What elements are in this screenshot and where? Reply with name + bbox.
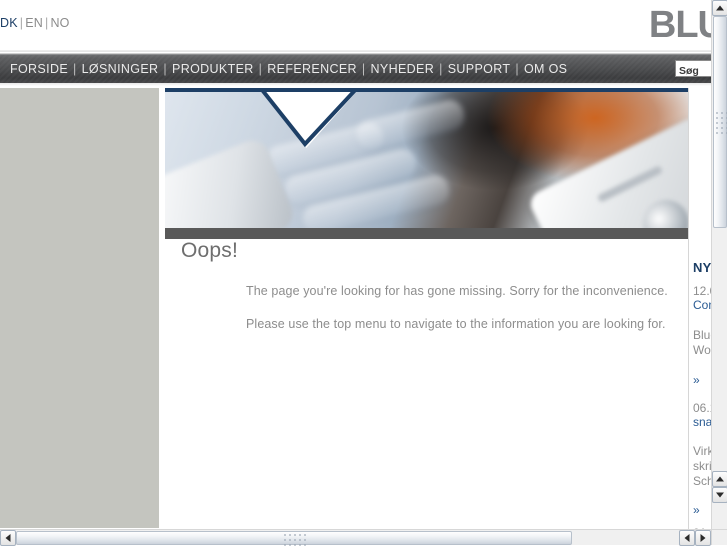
horizontal-scrollbar[interactable] [0,529,727,546]
news-list-item[interactable]: 06.1 sna [693,401,711,429]
language-link-en[interactable]: EN [25,16,43,30]
scroll-left-button-inner[interactable] [679,530,695,546]
nav-separator-5: | [439,62,443,76]
news-date: 12.0 [693,284,711,298]
news-body-line-2: Wor [693,343,711,357]
news-headline-link[interactable]: Con [693,298,711,312]
main-navigation: FORSIDE | LØSNINGER | PRODUKTER | REFERENCER | N… [0,53,711,84]
nav-separator-4: | [361,62,366,76]
hero-banner-image [165,88,688,228]
language-link-no[interactable]: NO [50,16,69,30]
news-date: 06.1 [693,401,711,415]
arrow-up-icon [716,476,724,482]
scroll-up-button[interactable] [712,0,727,16]
news-read-more-link[interactable]: » [693,373,700,387]
scroll-right-button[interactable] [695,530,711,546]
news-body-line-1: Virk [693,444,711,458]
nav-item-losninger[interactable]: LØSNINGER [82,62,159,76]
scroll-left-button[interactable] [0,530,16,546]
news-sidebar-heading: NY [693,260,711,275]
language-link-dk[interactable]: DK [0,16,18,30]
arrow-left-icon [684,534,690,542]
news-body: Blue Wor [693,328,711,358]
news-headline-link[interactable]: sna [693,415,711,429]
chevron-graphic-icon [258,88,360,148]
nav-item-forside[interactable]: FORSIDE [10,62,68,76]
news-sidebar: NY 12.0 Con Blue Wor » 06.1 sna Virk skr… [693,88,711,529]
search-input[interactable] [676,63,711,76]
news-body: Virk skri Sch [693,444,711,489]
news-body-line-3: Sch [693,474,711,488]
nav-separator-1: | [73,62,77,76]
nav-item-nyheder[interactable]: NYHEDER [371,62,435,76]
nav-separator-3: | [258,62,263,76]
news-body-line-2: skri [693,459,711,473]
vertical-scrollbar-thumb[interactable] [713,16,727,228]
header-divider [0,50,711,52]
page-title: Oops! [181,239,239,262]
site-logo[interactable]: BLU [649,6,711,44]
language-bar: DK|EN|NO BLU [0,0,711,45]
language-switcher: DK | EN | NO [0,16,70,30]
horizontal-scrollbar-thumb[interactable] [16,531,572,546]
news-more-chevron-icon[interactable]: » [693,373,700,387]
nav-item-list: FORSIDE | LØSNINGER | PRODUKTER | REFERENCER | N… [10,54,567,84]
browser-viewport: DK|EN|NO BLU FORSIDE|LØSNINGER|PRODUKTER… [0,0,711,529]
page-body: Oops! The page you're looking for has go… [0,88,711,529]
nav-item-produkter[interactable]: PRODUKTER [172,62,254,76]
news-read-more-link[interactable]: » [693,503,700,517]
arrow-up-icon [716,5,724,11]
nav-item-support[interactable]: SUPPORT [448,62,511,76]
search-box[interactable] [675,60,711,77]
banner-top-border [165,88,688,92]
news-more-chevron-icon[interactable]: » [693,503,700,517]
arrow-left-icon [5,534,11,542]
nav-item-om-os[interactable]: OM OS [524,62,567,76]
error-message-primary: The page you're looking for has gone mis… [246,284,668,298]
scroll-up-button-inner[interactable] [712,471,727,487]
scrollbar-corner [711,529,727,545]
vertical-scrollbar[interactable] [711,0,727,529]
banner-bottom-bar [165,228,688,239]
nav-bottom-edge [0,83,711,86]
arrow-down-icon [716,492,724,498]
center-column: Oops! The page you're looking for has go… [165,88,688,529]
left-filler-column [0,88,159,528]
nav-item-referencer[interactable]: REFERENCER [267,62,357,76]
scroll-down-button[interactable] [712,487,727,503]
news-list-item[interactable]: 12.0 Con [693,284,711,312]
sidebar-divider [688,88,689,529]
arrow-right-icon [700,534,706,542]
nav-separator-6: | [515,62,519,76]
error-message-secondary: Please use the top menu to navigate to t… [246,317,666,331]
nav-separator-2: | [163,62,168,76]
news-body-line-1: Blue [693,328,711,342]
